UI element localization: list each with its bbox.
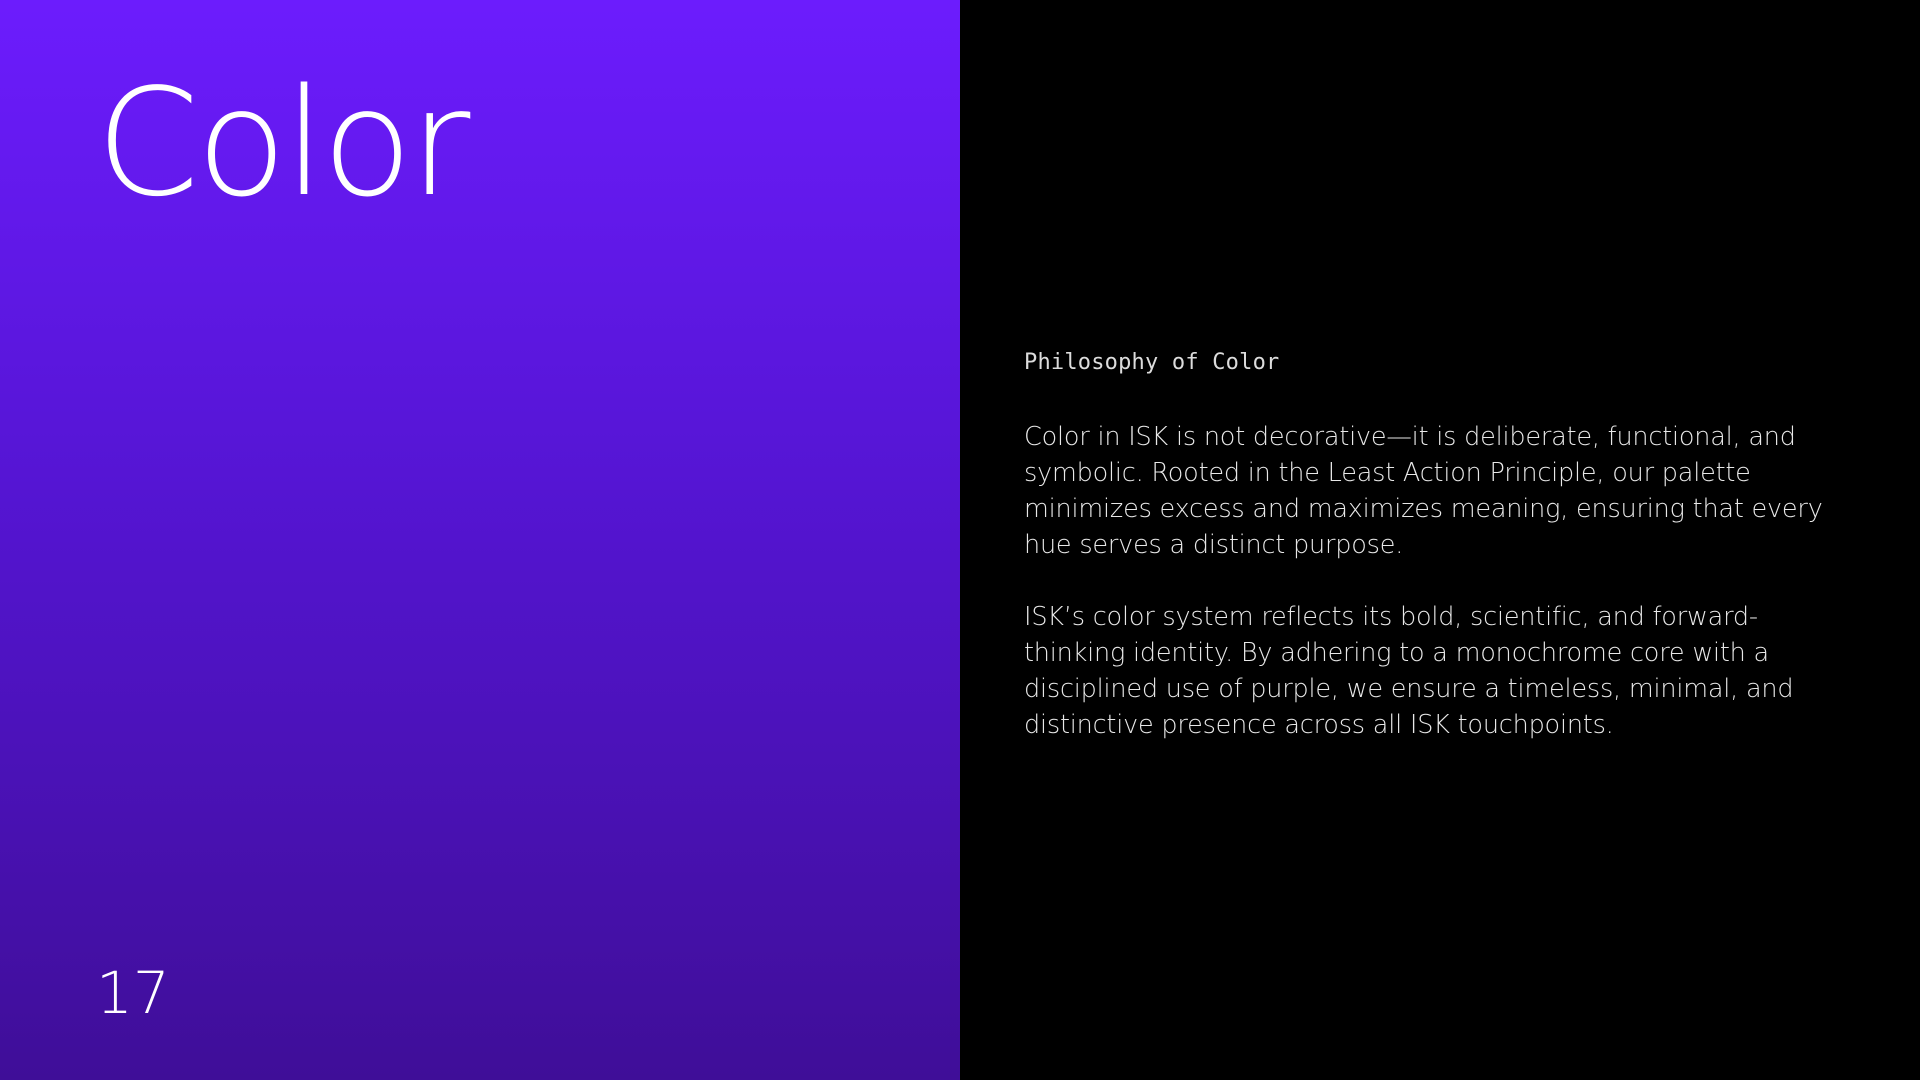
page-number: 17 [96, 959, 170, 1027]
body-paragraph: ISK’s color system reflects its bold, sc… [1024, 602, 1794, 740]
page-title: Color [96, 57, 470, 229]
right-panel: Philosophy of Color Color in ISK is not … [960, 0, 1920, 1080]
content-block: Philosophy of Color Color in ISK is not … [1024, 347, 1824, 779]
left-panel: Color 17 [0, 0, 960, 1080]
body-paragraph: Color in ISK is not decorative—it is del… [1024, 422, 1823, 560]
section-label: Philosophy of Color [1024, 350, 1280, 375]
slide: Color 17 Philosophy of Color Color in IS… [0, 0, 1920, 1080]
